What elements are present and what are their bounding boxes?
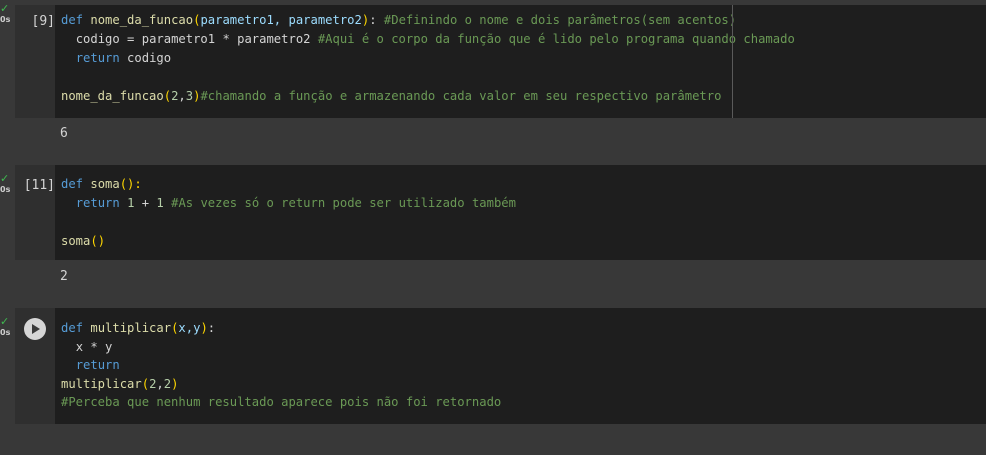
code-editor[interactable]: def multiplicar(x,y): x * y return multi… xyxy=(55,308,986,424)
cell-output: 6 xyxy=(15,118,986,150)
execution-time: 0s xyxy=(0,185,11,194)
execution-count: [9] xyxy=(31,14,55,29)
output-text: 2 xyxy=(60,269,68,284)
cell-status: ✓ 0s xyxy=(0,315,14,353)
cell-gutter xyxy=(15,308,55,424)
checkmark-icon: ✓ xyxy=(0,172,10,185)
cell-status: ✓ 0s xyxy=(0,2,14,40)
execution-count: [11] xyxy=(23,178,55,193)
execution-time: 0s xyxy=(0,15,11,24)
cell-output: 2 xyxy=(15,260,986,290)
code-text[interactable]: def multiplicar(x,y): x * y return multi… xyxy=(61,319,501,412)
code-editor[interactable]: def soma(): return 1 + 1 #As vezes só o … xyxy=(55,165,986,260)
checkmark-icon: ✓ xyxy=(0,315,10,328)
output-text: 6 xyxy=(60,126,68,141)
play-icon[interactable] xyxy=(24,318,46,340)
code-editor[interactable]: def nome_da_funcao(parametro1, parametro… xyxy=(55,5,986,118)
code-text[interactable]: def nome_da_funcao(parametro1, parametro… xyxy=(61,11,795,106)
cell-status: ✓ 0s xyxy=(0,172,14,210)
code-cell[interactable]: ✓ 0s [11] def soma(): return 1 + 1 #As v… xyxy=(0,160,986,290)
code-cell[interactable]: ✓ 0s def multiplicar(x,y): x * y return … xyxy=(0,303,986,425)
code-text[interactable]: def soma(): return 1 + 1 #As vezes só o … xyxy=(61,175,516,251)
checkmark-icon: ✓ xyxy=(0,2,10,15)
code-cell[interactable]: ✓ 0s [9] def nome_da_funcao(parametro1, … xyxy=(0,0,986,150)
ruler-line xyxy=(732,5,733,118)
execution-time: 0s xyxy=(0,328,11,337)
cell-gutter: [9] xyxy=(15,5,55,118)
cell-gutter: [11] xyxy=(15,165,55,260)
